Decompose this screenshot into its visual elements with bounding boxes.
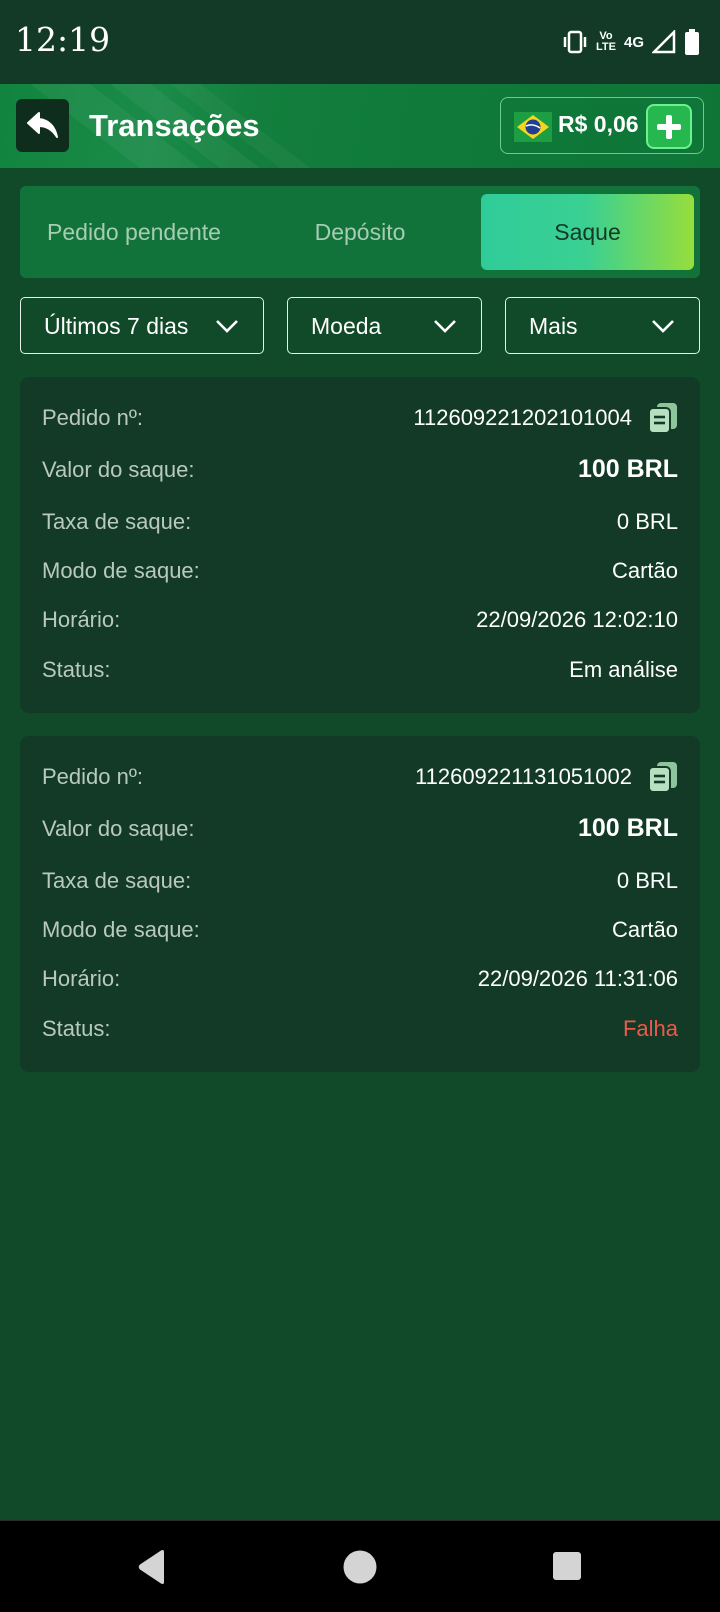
- mode-row: Modo de saque: Cartão: [20, 558, 700, 588]
- date-filter-label: Últimos 7 dias: [44, 313, 189, 339]
- signal-icon: [652, 30, 676, 54]
- order-number: 112609221131051002: [415, 764, 632, 789]
- amount-label: Valor do saque:: [42, 457, 195, 482]
- status-row: Status: Falha: [20, 1016, 700, 1046]
- time-label: Horário:: [42, 607, 121, 632]
- plus-icon: [657, 114, 681, 139]
- currency-filter-dropdown[interactable]: Moeda: [287, 297, 482, 354]
- status-label: Status:: [42, 657, 111, 682]
- status-time: 12:19: [15, 20, 111, 59]
- amount-row: Valor do saque: 100 BRL: [20, 814, 700, 846]
- time-label: Horário:: [42, 966, 121, 991]
- order-label: Pedido nº:: [42, 764, 143, 789]
- order-row: Pedido nº: 112609221202101004: [20, 402, 700, 435]
- currency-filter-label: Moeda: [311, 313, 382, 339]
- fee-label: Taxa de saque:: [42, 868, 192, 893]
- volte-icon: Vo LTE: [596, 30, 616, 53]
- app-header: Transações R$ 0,06: [0, 84, 720, 168]
- chevron-down-icon: [434, 320, 456, 333]
- copy-icon[interactable]: [648, 402, 678, 434]
- chevron-down-icon: [216, 320, 238, 333]
- order-row: Pedido nº: 112609221131051002: [20, 761, 700, 794]
- tab-pedido-pendente[interactable]: Pedido pendente: [20, 194, 248, 270]
- mode-row: Modo de saque: Cartão: [20, 917, 700, 947]
- time-value: 22/09/2026 11:31:06: [477, 966, 678, 991]
- mode-value: Cartão: [611, 558, 678, 583]
- nav-recents-icon[interactable]: [552, 1551, 582, 1581]
- status-icons: Vo LTE 4G: [562, 26, 700, 58]
- amount-value: 100 BRL: [577, 455, 678, 483]
- fee-row: Taxa de saque: 0 BRL: [20, 868, 700, 898]
- brazil-flag-icon: [514, 112, 552, 142]
- back-arrow-icon: [26, 111, 58, 138]
- transaction-card: Pedido nº: 112609221202101004 Valor do s…: [20, 377, 700, 713]
- date-filter-dropdown[interactable]: Últimos 7 dias: [20, 297, 264, 354]
- time-row: Horário: 22/09/2026 12:02:10: [20, 607, 700, 637]
- back-button[interactable]: [16, 99, 69, 152]
- copy-icon[interactable]: [648, 761, 678, 793]
- chevron-down-icon: [652, 320, 674, 333]
- amount-value: 100 BRL: [577, 814, 678, 842]
- status-row: Status: Em análise: [20, 657, 700, 687]
- system-nav-bar: [0, 1520, 720, 1612]
- network-type: 4G: [623, 33, 644, 51]
- fee-label: Taxa de saque:: [42, 509, 192, 534]
- vibrate-icon: [563, 30, 587, 54]
- status-value: Falha: [622, 1016, 678, 1041]
- time-row: Horário: 22/09/2026 11:31:06: [20, 966, 700, 996]
- mode-label: Modo de saque:: [42, 917, 200, 942]
- transaction-card: Pedido nº: 112609221131051002 Valor do s…: [20, 736, 700, 1072]
- balance-widget[interactable]: R$ 0,06: [500, 97, 704, 154]
- tab-deposito[interactable]: Depósito: [248, 194, 472, 270]
- mode-label: Modo de saque:: [42, 558, 200, 583]
- tab-saque[interactable]: Saque: [481, 194, 694, 270]
- mode-value: Cartão: [611, 917, 678, 942]
- more-filter-label: Mais: [529, 313, 578, 339]
- fee-row: Taxa de saque: 0 BRL: [20, 509, 700, 539]
- order-label: Pedido nº:: [42, 405, 143, 430]
- amount-row: Valor do saque: 100 BRL: [20, 455, 700, 487]
- fee-value: 0 BRL: [616, 868, 678, 893]
- nav-home-icon[interactable]: [342, 1549, 378, 1585]
- status-bar: 12:19 Vo LTE 4G: [0, 0, 720, 84]
- add-funds-button[interactable]: [646, 104, 692, 149]
- battery-icon: [685, 29, 699, 55]
- page-title: Transações: [89, 108, 260, 143]
- status-label: Status:: [42, 1016, 111, 1041]
- order-number: 112609221202101004: [413, 405, 632, 430]
- nav-back-icon[interactable]: [136, 1549, 168, 1585]
- transaction-tabs: Pedido pendente Depósito Saque: [20, 186, 700, 278]
- fee-value: 0 BRL: [616, 509, 678, 534]
- status-value: Em análise: [569, 657, 678, 682]
- amount-label: Valor do saque:: [42, 816, 195, 841]
- more-filter-dropdown[interactable]: Mais: [505, 297, 700, 354]
- balance-amount: R$ 0,06: [558, 111, 639, 137]
- time-value: 22/09/2026 12:02:10: [476, 607, 678, 632]
